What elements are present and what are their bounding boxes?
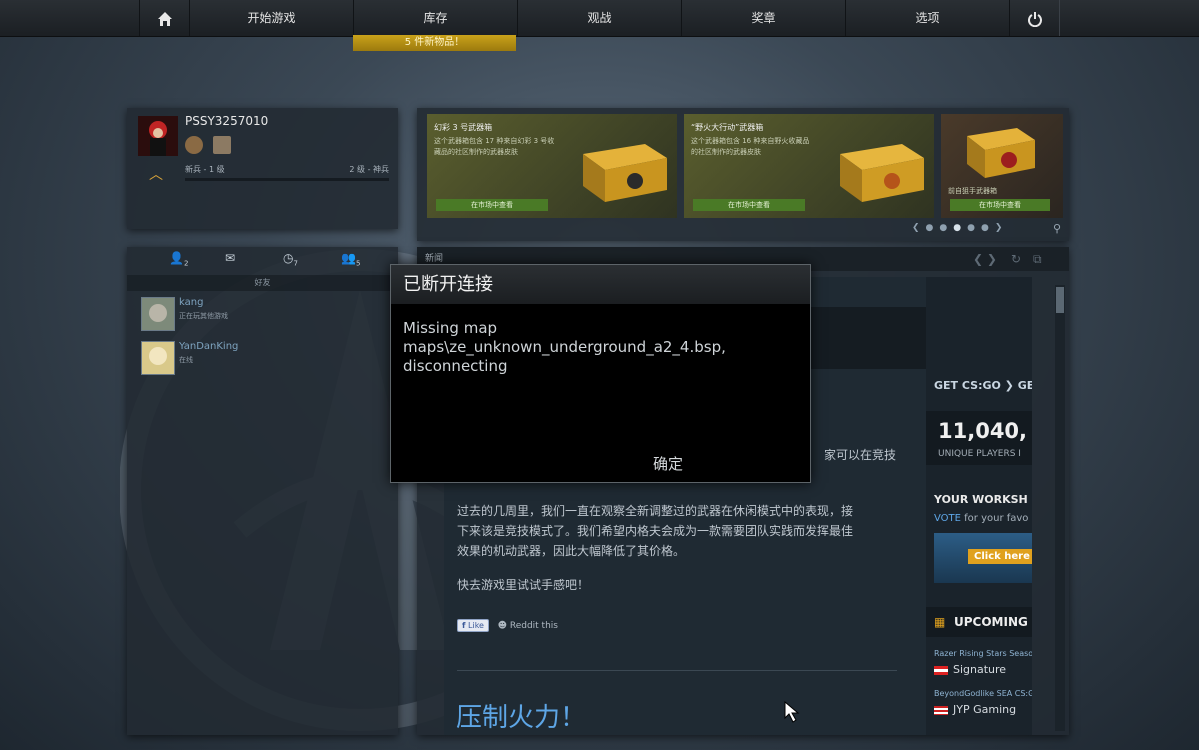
options-button[interactable]: 选项	[845, 0, 1010, 36]
event-name[interactable]: BeyondGodlike SEA CS:G	[934, 689, 1032, 698]
workshop-title: YOUR WORKSH	[934, 493, 1028, 506]
rank-next-label: 2 级 - 神兵	[349, 165, 389, 174]
nav-arrows-icon[interactable]: ❮ ❯	[973, 252, 997, 266]
list-item[interactable]: kang 正在玩其他游戏	[141, 297, 381, 331]
friends-tabs: 👤2 ✉ ◷7 👥5	[127, 247, 398, 273]
friend-status: 正在玩其他游戏	[179, 312, 228, 320]
clock-icon: ◷	[283, 251, 294, 265]
group-icon: 👥	[341, 251, 356, 265]
refresh-icon[interactable]: ↻	[1011, 252, 1021, 266]
search-icon[interactable]: ⚲	[1053, 222, 1061, 235]
cases-carousel: 幻彩 3 号武器箱 这个武器箱包含 17 种来自幻彩 3 号收藏品的社区制作的武…	[417, 108, 1069, 241]
dialog-message: Missing map maps\ze_unknown_underground_…	[403, 319, 726, 375]
mouse-cursor-icon	[784, 701, 800, 723]
view-market-button[interactable]: 在市场中查看	[436, 199, 548, 211]
divider	[457, 670, 897, 671]
social-row: f Like ☻ Reddit this	[457, 619, 558, 632]
tab-recent[interactable]: ◷7	[283, 251, 298, 267]
friend-name: kang	[179, 297, 204, 308]
mail-icon: ✉	[225, 251, 236, 265]
friends-label: 好友	[127, 275, 398, 291]
rank-progress-bar	[185, 178, 389, 181]
player-count: 11,040,	[938, 419, 1028, 443]
players-label: UNIQUE PLAYERS I	[938, 449, 1021, 459]
case-title: 幻彩 3 号武器箱	[434, 123, 493, 132]
profile-name[interactable]: PSSY3257010	[185, 114, 268, 128]
top-nav: 开始游戏 库存 观战 奖章 选项	[0, 0, 1199, 37]
tab-messages[interactable]: ✉	[225, 251, 235, 265]
inventory-button[interactable]: 库存	[353, 0, 518, 36]
team-name[interactable]: JYP Gaming	[934, 703, 1016, 716]
new-items-badge[interactable]: 5 件新物品！	[353, 35, 516, 51]
power-icon	[1027, 11, 1042, 27]
paragraph-line: 过去的几周里，我们一直在观察全新调整过的武器在休闲模式中的表现，接	[457, 504, 854, 518]
calendar-icon: ▦	[934, 615, 946, 629]
paragraph-line: 效果的机动武器，因此大幅降低了其价格。	[457, 544, 686, 558]
tab-friends[interactable]: 👤2	[169, 251, 188, 267]
player-count-box: 11,040, UNIQUE PLAYERS I	[926, 411, 1032, 465]
case-card[interactable]: 前自狙手武器箱 在市场中查看	[941, 114, 1063, 218]
awards-button[interactable]: 奖章	[681, 0, 846, 36]
list-item[interactable]: YanDanKing 在线	[141, 341, 381, 375]
partial-text: 家可以在竞技	[824, 448, 897, 462]
avatar[interactable]	[138, 116, 178, 156]
friends-panel: 👤2 ✉ ◷7 👥5 好友 kang 正在玩其他游戏 YanDanKing 在线	[127, 247, 398, 735]
paragraph-line: 下来该是竞技模式了。我们希望内格夫会成为一款需要团队实践而发挥最佳	[457, 524, 854, 538]
article-heading[interactable]: 压制火力！	[456, 697, 586, 734]
friend-avatar-icon	[141, 341, 175, 375]
watch-button[interactable]: 观战	[517, 0, 682, 36]
event-name[interactable]: Razer Rising Stars Seaso	[934, 649, 1032, 658]
facebook-like-button[interactable]: f Like	[457, 619, 489, 632]
case-card[interactable]: “野火大行动”武器箱 这个武器箱包含 16 种来自野火收藏品的社区制作的武器皮肤…	[684, 114, 934, 218]
click-here-button[interactable]: Click here	[968, 549, 1032, 564]
flag-icon	[934, 665, 948, 675]
home-button[interactable]	[139, 0, 190, 36]
friend-status: 在线	[179, 356, 193, 364]
news-sidebar: GET CS:GO ❯ GE 11,040, UNIQUE PLAYERS I …	[926, 277, 1032, 735]
friend-name: YanDanKing	[179, 341, 239, 352]
carousel-prev-icon[interactable]: ❮	[912, 223, 926, 233]
vote-text: VOTE for your favo	[934, 513, 1029, 524]
flag-icon	[934, 705, 948, 715]
tab-groups[interactable]: 👥5	[341, 251, 360, 267]
case-desc: 前自狙手武器箱	[948, 187, 997, 195]
coin-badge-icon[interactable]	[185, 136, 203, 154]
paragraph-line: 快去游戏里试试手感吧！	[457, 578, 590, 592]
home-icon	[157, 11, 172, 26]
power-button[interactable]	[1009, 0, 1060, 36]
news-scrollbar[interactable]	[1055, 285, 1065, 731]
weapon-case-icon	[967, 128, 1035, 178]
weapon-case-icon	[840, 144, 924, 202]
view-market-button[interactable]: 在市场中查看	[950, 199, 1050, 211]
disconnect-dialog: 已断开连接 Missing map maps\ze_unknown_underg…	[390, 264, 811, 483]
profile-panel: PSSY3257010 ︿ 新兵 - 1 级 2 级 - 神兵	[127, 108, 398, 229]
workshop-banner[interactable]: Click here	[934, 533, 1032, 583]
person-icon: 👤	[169, 251, 184, 265]
case-desc: 这个武器箱包含 16 种来自野火收藏品的社区制作的武器皮肤	[691, 137, 810, 156]
rank-chevron-icon: ︿	[149, 167, 163, 183]
reddit-link[interactable]: Reddit this	[510, 621, 558, 631]
play-button[interactable]: 开始游戏	[189, 0, 354, 36]
rank-info: 新兵 - 1 级 2 级 - 神兵	[185, 164, 389, 175]
rank-label: 新兵 - 1 级	[185, 165, 225, 174]
ok-button[interactable]: 确定	[653, 453, 683, 474]
upcoming-header: ▦ UPCOMING	[926, 607, 1032, 637]
medal-badge-icon[interactable]	[213, 136, 231, 154]
reddit-icon: ☻	[497, 621, 507, 631]
view-market-button[interactable]: 在市场中查看	[693, 199, 805, 211]
case-desc: 这个武器箱包含 17 种来自幻彩 3 号收藏品的社区制作的武器皮肤	[434, 137, 555, 156]
case-card[interactable]: 幻彩 3 号武器箱 这个武器箱包含 17 种来自幻彩 3 号收藏品的社区制作的武…	[427, 114, 677, 218]
case-title: “野火大行动”武器箱	[691, 123, 764, 132]
friend-avatar-icon	[141, 297, 175, 331]
team-name[interactable]: Signature	[934, 663, 1006, 676]
carousel-next-icon[interactable]: ❯	[995, 223, 1009, 233]
scrollbar-thumb[interactable]	[1056, 287, 1064, 313]
carousel-dots[interactable]: ❮●●●●●❯	[912, 223, 1008, 233]
dialog-title: 已断开连接	[391, 265, 810, 304]
external-icon[interactable]: ⧉	[1033, 252, 1042, 267]
get-csgo-link[interactable]: GET CS:GO ❯ GE	[934, 379, 1032, 392]
weapon-case-icon	[583, 144, 667, 202]
avatar-image-icon	[138, 116, 178, 156]
upcoming-title: UPCOMING	[954, 615, 1028, 629]
